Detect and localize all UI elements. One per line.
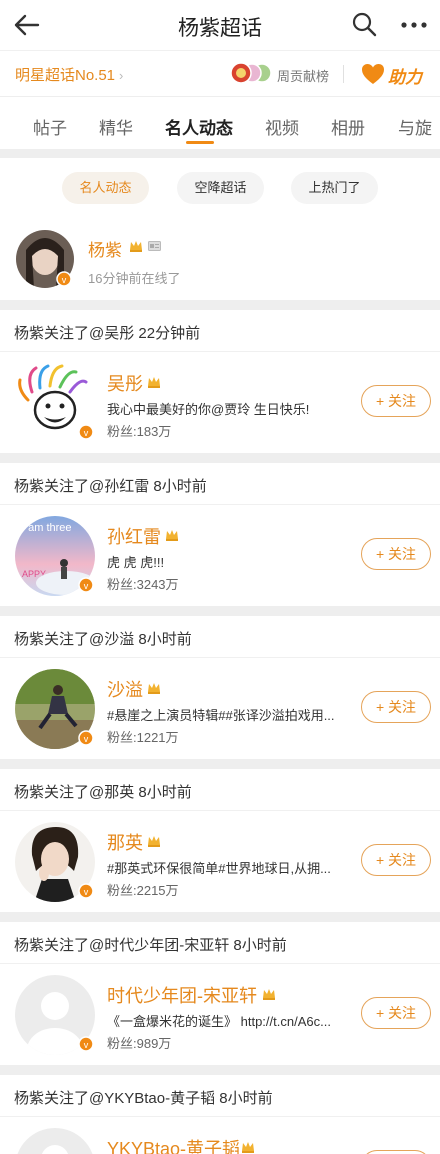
- follower-count: 粉丝:183万: [107, 424, 172, 439]
- rank-label: 明星超话No.51: [15, 67, 116, 84]
- crown-icon: [146, 374, 162, 390]
- follower-count: 粉丝:1221万: [107, 730, 179, 745]
- follow-action-text: 杨紫关注了@吴彤 22分钟前: [14, 325, 201, 342]
- chevron-right-icon: ›: [119, 68, 124, 83]
- follow-action-text: 杨紫关注了@那英 8小时前: [14, 784, 192, 801]
- svg-text:v: v: [84, 734, 89, 744]
- active-tab-indicator: [186, 141, 214, 144]
- crown-icon: [240, 1139, 256, 1154]
- crown-icon: [261, 986, 277, 1002]
- follow-button[interactable]: [361, 1150, 431, 1154]
- follow-action-text: 杨紫关注了@孙红雷 8小时前: [14, 478, 207, 495]
- tab-albums[interactable]: 相册: [331, 114, 365, 139]
- follow-action-header: 杨紫关注了@时代少年团-宋亚轩 8小时前: [0, 922, 440, 964]
- user-name[interactable]: YKYBtao-黄子韬: [107, 1135, 240, 1154]
- follow-button[interactable]: + 关注: [361, 385, 431, 417]
- chip-trending[interactable]: 上热门了: [291, 172, 378, 204]
- svg-text:v: v: [84, 1040, 89, 1050]
- user-name[interactable]: 吴彤: [107, 370, 143, 396]
- user-name[interactable]: 孙红雷: [107, 523, 161, 549]
- user-latest-post[interactable]: #那英式环保很简单#世界地球日,从拥...: [107, 858, 355, 877]
- more-dots-icon[interactable]: [398, 12, 430, 38]
- avatar[interactable]: I am three APPY v: [14, 515, 96, 597]
- follow-action-header: 杨紫关注了@YKYBtao-黄子韬 8小时前: [0, 1075, 440, 1117]
- avatar[interactable]: [14, 1127, 96, 1154]
- tab-celebrity-updates[interactable]: 名人动态: [165, 114, 233, 139]
- avatar[interactable]: v: [16, 230, 74, 288]
- contributor-avatars[interactable]: [230, 62, 274, 84]
- follow-action-header: 杨紫关注了@沙溢 8小时前: [0, 616, 440, 658]
- tab-posts[interactable]: 帖子: [33, 114, 67, 139]
- follow-action-text: 杨紫关注了@时代少年团-宋亚轩 8小时前: [14, 937, 287, 954]
- follower-count: 粉丝:2215万: [107, 883, 179, 898]
- celebrity-profile[interactable]: v 杨紫 16分钟前在线了: [0, 218, 440, 300]
- user-latest-post[interactable]: 虎 虎 虎!!!: [107, 552, 355, 571]
- list-item: 杨紫关注了@YKYBtao-黄子韬 8小时前 YKYBtao-黄子韬: [0, 1075, 440, 1154]
- follow-action-text: 杨紫关注了@YKYBtao-黄子韬 8小时前: [14, 1090, 273, 1107]
- super-topic-rank-link[interactable]: 明星超话No.51 ›: [15, 64, 123, 85]
- follow-button[interactable]: + 关注: [361, 538, 431, 570]
- chip-airdrop[interactable]: 空降超话: [177, 172, 264, 204]
- crown-icon: [146, 680, 162, 696]
- crown-icon: [146, 833, 162, 849]
- user-latest-post[interactable]: #悬崖之上演员特辑##张译沙溢拍戏用...: [107, 705, 355, 724]
- tab-bar: 帖子 精华 名人动态 视频 相册 与旋: [0, 97, 440, 149]
- svg-text:v: v: [62, 275, 67, 285]
- follow-action-text: 杨紫关注了@沙溢 8小时前: [14, 631, 192, 648]
- crown-icon: [128, 238, 144, 254]
- list-item: 杨紫关注了@孙红雷 8小时前 I am three APPY v 孙红雷 虎 虎…: [0, 463, 440, 606]
- follower-count: 粉丝:989万: [107, 1036, 172, 1051]
- svg-text:v: v: [84, 887, 89, 897]
- chip-celebrity-updates[interactable]: 名人动态: [62, 172, 149, 204]
- avatar[interactable]: v: [14, 821, 96, 903]
- profile-name[interactable]: 杨紫: [88, 236, 122, 261]
- list-item: 杨紫关注了@时代少年团-宋亚轩 8小时前 v 时代少年团-宋亚轩 《一盒爆米花的…: [0, 922, 440, 1065]
- avatar[interactable]: v: [14, 668, 96, 750]
- user-name[interactable]: 沙溢: [107, 676, 143, 702]
- follower-count: 粉丝:3243万: [107, 577, 179, 592]
- svg-text:v: v: [84, 428, 89, 438]
- avatar[interactable]: v: [14, 362, 96, 444]
- avatar[interactable]: v: [14, 974, 96, 1056]
- follow-action-header: 杨紫关注了@孙红雷 8小时前: [0, 463, 440, 505]
- user-name[interactable]: 时代少年团-宋亚轩: [107, 982, 257, 1008]
- follow-button[interactable]: + 关注: [361, 844, 431, 876]
- boost-button[interactable]: 助力: [388, 63, 422, 88]
- user-name[interactable]: 那英: [107, 829, 143, 855]
- search-icon[interactable]: [350, 10, 378, 38]
- follow-action-header: 杨紫关注了@那英 8小时前: [0, 769, 440, 811]
- svg-text:v: v: [84, 581, 89, 591]
- user-latest-post[interactable]: 《一盒爆米花的诞生》 http://t.cn/A6c...: [107, 1011, 355, 1030]
- svg-text:I am three: I am three: [22, 522, 72, 534]
- list-item: 杨紫关注了@吴彤 22分钟前 v 吴彤 我心中最美好的你@贾玲 生日快乐! 粉丝…: [0, 310, 440, 453]
- rank-bar: 明星超话No.51 › 周贡献榜 助力: [0, 50, 440, 96]
- last-online-text: 16分钟前在线了: [88, 271, 181, 286]
- list-item: 杨紫关注了@沙溢 8小时前 v 沙溢 #悬崖之上演员特辑##张译沙溢拍戏用...…: [0, 616, 440, 759]
- follow-button[interactable]: + 关注: [361, 997, 431, 1029]
- filter-chips: 名人动态 空降超话 上热门了: [0, 158, 440, 218]
- top-bar: 杨紫超话: [0, 0, 440, 50]
- weekly-contribution-link[interactable]: 周贡献榜: [277, 66, 329, 85]
- heart-icon[interactable]: [361, 63, 385, 85]
- tab-more[interactable]: 与旋: [398, 114, 432, 139]
- id-card-icon: [148, 241, 161, 251]
- crown-icon: [164, 527, 180, 543]
- follow-button[interactable]: + 关注: [361, 691, 431, 723]
- list-item: 杨紫关注了@那英 8小时前 v 那英 #那英式环保很简单#世界地球日,从拥...…: [0, 769, 440, 912]
- tab-videos[interactable]: 视频: [265, 114, 299, 139]
- tab-featured[interactable]: 精华: [99, 114, 133, 139]
- follow-action-header: 杨紫关注了@吴彤 22分钟前: [0, 310, 440, 352]
- user-latest-post[interactable]: 我心中最美好的你@贾玲 生日快乐!: [107, 399, 355, 418]
- divider: [343, 65, 344, 83]
